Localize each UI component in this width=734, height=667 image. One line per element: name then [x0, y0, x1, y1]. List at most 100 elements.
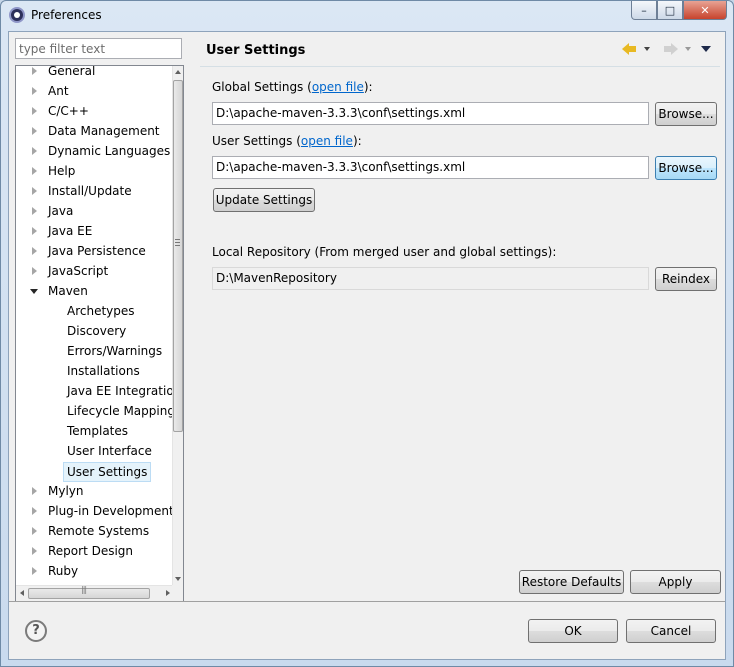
tree-item[interactable]: Mylyn [16, 482, 174, 500]
forward-arrow-icon[interactable] [663, 43, 678, 55]
minimize-button[interactable]: – [631, 1, 657, 20]
global-settings-field[interactable]: D:\apache-maven-3.3.3\conf\settings.xml [212, 102, 649, 125]
collapse-arrow-icon[interactable] [32, 247, 37, 255]
global-settings-open-file-link[interactable]: open file [312, 80, 364, 94]
reindex-button[interactable]: Reindex [655, 267, 717, 291]
scroll-grip-icon [175, 239, 180, 246]
tree-item-label: User Settings [63, 462, 152, 482]
user-settings-open-file-link[interactable]: open file [301, 134, 353, 148]
scroll-right-arrow-icon[interactable] [166, 590, 170, 596]
collapse-arrow-icon[interactable] [32, 227, 37, 235]
collapse-arrow-icon[interactable] [32, 87, 37, 95]
collapse-arrow-icon[interactable] [32, 167, 37, 175]
tree-item-label: User Interface [67, 444, 152, 458]
tree-item[interactable]: Plug-in Development [16, 502, 174, 520]
maximize-button[interactable]: □ [657, 1, 683, 20]
tree-item[interactable]: Ruby [16, 562, 174, 580]
tree-vertical-scrollbar[interactable] [172, 66, 183, 585]
tree-item[interactable]: Data Management [16, 122, 174, 140]
collapse-arrow-icon[interactable] [32, 527, 37, 535]
tree-item[interactable]: Archetypes [16, 302, 174, 320]
tree-item[interactable]: Discovery [16, 322, 174, 340]
tree-item-label: C/C++ [48, 104, 89, 118]
tree-item[interactable]: Maven [16, 282, 174, 300]
tree-item-label: Plug-in Development [48, 504, 174, 518]
back-dropdown-icon[interactable] [644, 47, 650, 51]
tree-item[interactable]: C/C++ [16, 102, 174, 120]
tree-item-label: Java EE [48, 224, 93, 238]
tree-item[interactable]: Report Design [16, 542, 174, 560]
tree-item-label: General [48, 66, 96, 78]
tree-item[interactable]: Lifecycle Mapping [16, 402, 174, 420]
user-browse-button[interactable]: Browse... [655, 156, 717, 180]
tree-horizontal-scrollbar[interactable] [16, 585, 174, 601]
page-title: User Settings [206, 43, 306, 58]
tree-item-label: Installations [67, 364, 140, 378]
scroll-left-arrow-icon[interactable] [20, 590, 24, 596]
tree-item-label: Java Persistence [48, 244, 146, 258]
restore-defaults-button[interactable]: Restore Defaults [519, 570, 624, 594]
tree-item[interactable]: User Settings [16, 462, 174, 482]
global-settings-label-suffix: ): [363, 80, 373, 94]
collapse-arrow-icon[interactable] [32, 547, 37, 555]
tree-item[interactable]: Java [16, 202, 174, 220]
view-menu-icon[interactable] [701, 46, 711, 52]
help-icon[interactable]: ? [25, 620, 47, 642]
collapse-arrow-icon[interactable] [32, 267, 37, 275]
page-navigation [622, 42, 718, 58]
tree-item[interactable]: Templates [16, 422, 174, 440]
collapse-arrow-icon[interactable] [32, 487, 37, 495]
scroll-down-arrow-icon[interactable] [175, 577, 181, 581]
tree-item[interactable]: Installations [16, 362, 174, 380]
collapse-arrow-icon[interactable] [32, 127, 37, 135]
tree-item-label: Ant [48, 84, 69, 98]
collapse-arrow-icon[interactable] [32, 67, 37, 75]
tree-item[interactable]: Install/Update [16, 182, 174, 200]
local-repository-field: D:\MavenRepository [212, 267, 649, 290]
cancel-button[interactable]: Cancel [626, 619, 716, 643]
tree-item[interactable]: Java Persistence [16, 242, 174, 260]
tree-item[interactable]: Java EE [16, 222, 174, 240]
tree-item[interactable]: Help [16, 162, 174, 180]
global-settings-label-text: Global Settings ( [212, 80, 312, 94]
update-settings-button[interactable]: Update Settings [213, 188, 315, 212]
tree-item[interactable]: Java EE Integration [16, 382, 174, 400]
user-settings-label-text: User Settings ( [212, 134, 301, 148]
collapse-arrow-icon[interactable] [32, 187, 37, 195]
forward-dropdown-icon[interactable] [685, 47, 691, 51]
tree-item[interactable]: Dynamic Languages [16, 142, 174, 160]
tree-item[interactable]: Ant [16, 82, 174, 100]
ok-button[interactable]: OK [528, 619, 618, 643]
tree-item-label: Java EE Integration [67, 384, 174, 398]
tree-item-label: Install/Update [48, 184, 132, 198]
tree-item[interactable]: User Interface [16, 442, 174, 460]
expand-arrow-icon[interactable] [30, 289, 38, 294]
tree-item[interactable]: Remote Systems [16, 522, 174, 540]
global-browse-button[interactable]: Browse... [655, 102, 717, 126]
title-bar[interactable]: Preferences – □ ✕ [1, 1, 733, 31]
tree-item[interactable]: Errors/Warnings [16, 342, 174, 360]
collapse-arrow-icon[interactable] [32, 147, 37, 155]
filter-input[interactable] [15, 38, 182, 59]
tree-item-label: Maven [48, 284, 88, 298]
hscroll-thumb[interactable] [28, 585, 150, 599]
back-arrow-icon[interactable] [622, 43, 637, 55]
tree-item-label: Lifecycle Mapping [67, 404, 174, 418]
collapse-arrow-icon[interactable] [32, 207, 37, 215]
collapse-arrow-icon[interactable] [32, 567, 37, 575]
apply-button[interactable]: Apply [630, 570, 721, 594]
tree-item-label: Templates [67, 424, 129, 438]
user-settings-field[interactable]: D:\apache-maven-3.3.3\conf\settings.xml [212, 156, 649, 179]
scroll-thumb[interactable] [173, 80, 183, 432]
tree-item[interactable]: General [16, 66, 174, 80]
tree-item-label: Help [48, 164, 76, 178]
preferences-window: Preferences – □ ✕ General Ant C/C++ Data Ma… [0, 0, 734, 667]
global-settings-label: Global Settings (open file): [212, 80, 373, 94]
tree-item-label: Errors/Warnings [67, 344, 163, 358]
scroll-up-arrow-icon[interactable] [175, 70, 181, 74]
tree-items: General Ant C/C++ Data Management Dynamic La… [16, 66, 174, 586]
collapse-arrow-icon[interactable] [32, 507, 37, 515]
close-button[interactable]: ✕ [683, 1, 727, 20]
collapse-arrow-icon[interactable] [32, 107, 37, 115]
tree-item[interactable]: JavaScript [16, 262, 174, 280]
